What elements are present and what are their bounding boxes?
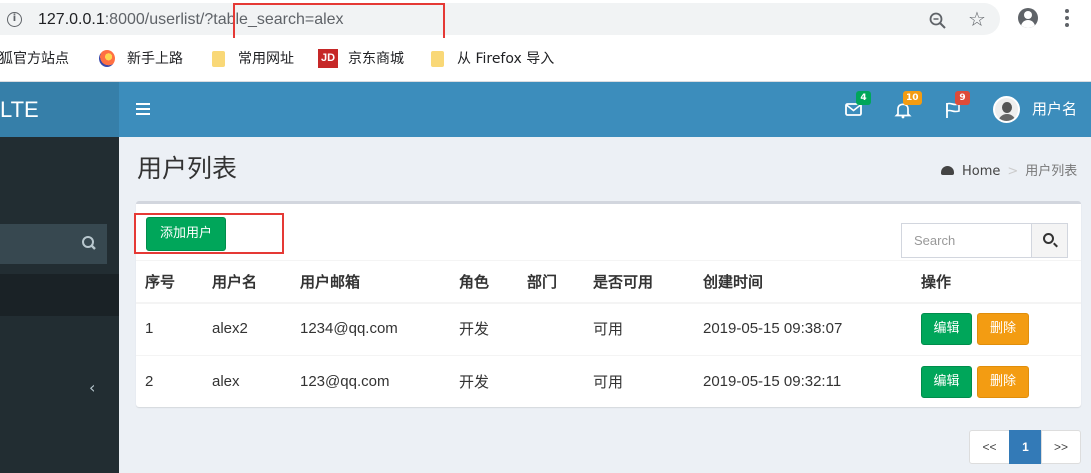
url-host: 127.0.0.1 — [38, 11, 105, 28]
header-username: 用户名 — [212, 273, 258, 291]
edit-button[interactable]: 编辑 — [921, 313, 972, 345]
cell-enabled: 可用 — [593, 373, 624, 391]
cell-email: 123@qq.com — [300, 373, 390, 390]
dashboard-icon — [941, 166, 954, 175]
notifications-menu[interactable]: 10 — [894, 91, 922, 119]
breadcrumb-home[interactable]: Home — [962, 164, 1000, 179]
header-enabled: 是否可用 — [593, 273, 654, 291]
tasks-badge: 9 — [955, 91, 970, 105]
notifications-badge: 10 — [903, 91, 922, 105]
bookmark-star-icon[interactable]: ☆ — [968, 9, 986, 29]
breadcrumb-current: 用户列表 — [1025, 164, 1078, 179]
cell-username: alex — [212, 373, 240, 390]
site-info-icon[interactable]: i — [7, 12, 22, 27]
page-title: 用户列表 — [137, 154, 238, 183]
sidebar-toggle-icon[interactable] — [136, 103, 150, 118]
folder-icon — [431, 51, 444, 67]
user-name[interactable]: 用户名 — [1032, 99, 1077, 119]
cell-enabled: 可用 — [593, 320, 624, 338]
header-created: 创建时间 — [703, 273, 764, 291]
header-dept: 部门 — [527, 273, 558, 291]
pagination-prev[interactable]: << — [969, 430, 1010, 464]
bookmark-firefox-import[interactable]: 从 Firefox 导入 — [457, 50, 554, 68]
delete-button[interactable]: 删除 — [977, 366, 1029, 398]
top-navbar: 4 10 9 用户名 — [119, 82, 1091, 137]
header-email: 用户邮箱 — [300, 273, 361, 291]
messages-menu[interactable]: 4 — [845, 91, 871, 118]
sidebar-header — [0, 274, 119, 316]
url-highlight-box — [233, 3, 445, 42]
jd-icon: JD — [318, 49, 338, 68]
app-logo[interactable]: LTE — [0, 82, 119, 137]
firefox-icon — [99, 50, 115, 67]
cell-role: 开发 — [459, 373, 490, 391]
browser-toolbar: i 127.0.0.1:8000/userlist/?table_search=… — [0, 0, 1091, 38]
sidebar-search-button[interactable] — [72, 224, 107, 264]
browser-menu-icon[interactable] — [1065, 9, 1069, 30]
cell-email: 1234@qq.com — [300, 320, 398, 337]
pagination-next[interactable]: >> — [1041, 430, 1081, 464]
search-icon — [1043, 233, 1054, 244]
cell-id: 2 — [145, 373, 154, 390]
address-bar[interactable]: i 127.0.0.1:8000/userlist/?table_search=… — [0, 3, 1000, 35]
bookmark-jd-mall[interactable]: 京东商城 — [348, 50, 404, 68]
folder-icon — [212, 51, 225, 67]
tasks-menu[interactable]: 9 — [944, 91, 970, 118]
table-divider — [136, 302, 1081, 304]
cell-username: alex2 — [212, 320, 248, 337]
add-button-highlight-box — [134, 213, 284, 254]
bookmark-common-sites[interactable]: 常用网址 — [238, 50, 294, 68]
bookmarks-bar: 火狐官方站点 新手上路 常用网址 JD 京东商城 从 Firefox 导入 — [0, 38, 1091, 82]
breadcrumb-separator: > — [1007, 164, 1019, 179]
cell-role: 开发 — [459, 320, 490, 338]
table-divider — [136, 260, 1081, 261]
edit-button[interactable]: 编辑 — [921, 366, 972, 398]
header-id: 序号 — [145, 273, 176, 291]
bookmark-getting-started[interactable]: 新手上路 — [127, 50, 183, 68]
table-search-input[interactable]: Search — [901, 223, 1032, 258]
table-divider — [136, 355, 1081, 356]
cell-id: 1 — [145, 320, 154, 337]
pagination-page[interactable]: 1 — [1009, 430, 1042, 464]
header-actions: 操作 — [921, 273, 952, 291]
delete-button[interactable]: 删除 — [977, 313, 1029, 345]
cell-created: 2019-05-15 09:32:11 — [703, 373, 842, 390]
sidebar: LTE ‹ — [0, 82, 119, 473]
chevron-left-icon[interactable]: ‹ — [89, 380, 95, 396]
avatar[interactable] — [993, 96, 1020, 123]
breadcrumb: Home > 用户列表 — [941, 163, 1077, 181]
header-role: 角色 — [459, 273, 490, 291]
messages-badge: 4 — [856, 91, 871, 105]
search-icon — [82, 236, 96, 250]
table-search-button[interactable] — [1031, 223, 1068, 258]
zoom-icon[interactable] — [929, 12, 947, 30]
account-icon[interactable] — [1018, 8, 1038, 28]
bookmark-firefox-site[interactable]: 火狐官方站点 — [0, 50, 69, 68]
cell-created: 2019-05-15 09:38:07 — [703, 320, 843, 337]
sidebar-search-input[interactable] — [0, 224, 107, 264]
